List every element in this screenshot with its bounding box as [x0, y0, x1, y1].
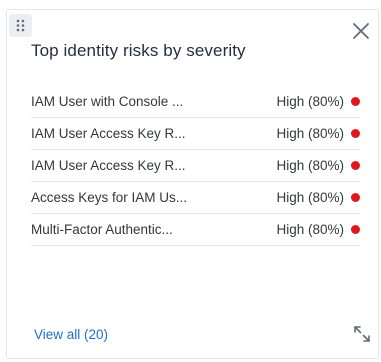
view-all-link[interactable]: View all (20): [34, 327, 108, 342]
severity-dot-icon: [351, 225, 360, 234]
risk-row[interactable]: Access Keys for IAM Us... High (80%): [31, 182, 360, 214]
risk-severity: High (80%): [276, 94, 344, 109]
risk-name: Access Keys for IAM Us...: [31, 190, 188, 205]
risk-severity: High (80%): [276, 222, 344, 237]
identity-risks-widget: Top identity risks by severity IAM User …: [6, 9, 379, 359]
risk-row[interactable]: IAM User Access Key R... High (80%): [31, 150, 360, 182]
close-icon[interactable]: [352, 22, 370, 40]
risk-name: IAM User with Console ...: [31, 94, 184, 109]
risk-row[interactable]: IAM User Access Key R... High (80%): [31, 118, 360, 150]
risk-list: IAM User with Console ... High (80%) IAM…: [31, 86, 360, 246]
drag-handle-icon[interactable]: [9, 14, 32, 37]
risk-severity: High (80%): [276, 190, 344, 205]
risk-name: IAM User Access Key R...: [31, 158, 186, 173]
risk-name: Multi-Factor Authentic...: [31, 222, 173, 237]
risk-row[interactable]: IAM User with Console ... High (80%): [31, 86, 360, 118]
risk-severity: High (80%): [276, 126, 344, 141]
severity-dot-icon: [351, 193, 360, 202]
severity-dot-icon: [351, 129, 360, 138]
widget-title: Top identity risks by severity: [31, 41, 246, 60]
expand-icon[interactable]: [352, 324, 372, 344]
severity-dot-icon: [351, 161, 360, 170]
risk-row[interactable]: Multi-Factor Authentic... High (80%): [31, 214, 360, 246]
severity-dot-icon: [351, 97, 360, 106]
risk-name: IAM User Access Key R...: [31, 126, 186, 141]
risk-severity: High (80%): [276, 158, 344, 173]
